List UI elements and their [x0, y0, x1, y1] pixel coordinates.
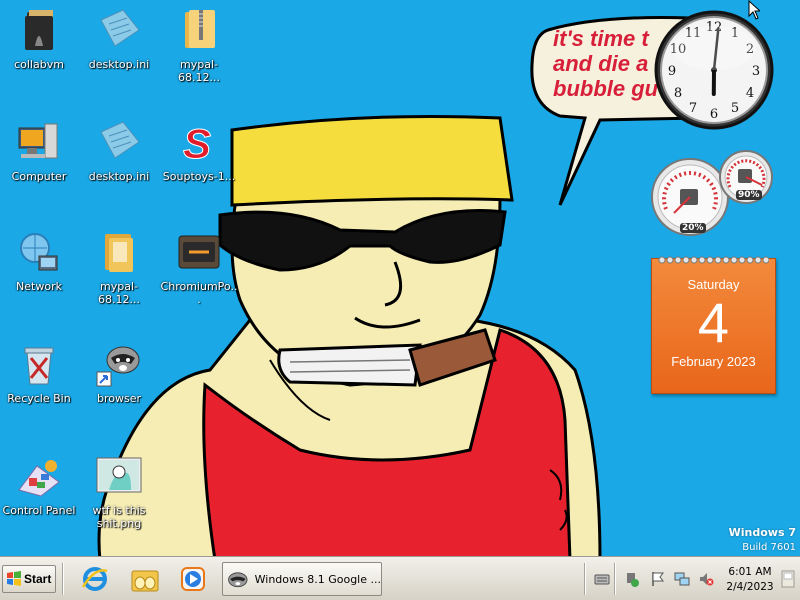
taskbar-clock[interactable]: 6:01 AM 2/4/2023 — [722, 565, 778, 595]
svg-text:3: 3 — [752, 64, 760, 79]
computer-icon — [15, 118, 63, 166]
calendar-month-year: February 2023 — [671, 354, 756, 369]
taskbar-time: 6:01 AM — [728, 566, 772, 578]
desktop-icon-souptoys[interactable]: S Souptoys-1... — [160, 118, 238, 184]
desktop-icon-computer[interactable]: Computer — [0, 118, 78, 183]
windows-build-watermark: Build 7601 — [742, 542, 796, 553]
desktop-icon-collabvm[interactable]: collabvm — [0, 6, 78, 71]
calendar-day-number: 4 — [697, 291, 730, 354]
desktop-icon-mypal-zip[interactable]: mypal-68.12... — [160, 6, 238, 84]
analog-clock-face: 12 12 345 678 91011 — [654, 10, 774, 130]
network-icon — [15, 228, 63, 276]
ini-file-icon — [95, 118, 143, 166]
svg-text:4: 4 — [746, 86, 754, 101]
network-status-icon[interactable] — [674, 571, 690, 587]
volume-muted-icon[interactable] — [698, 571, 714, 587]
tray-separator-2 — [614, 563, 616, 595]
desktop-icon-recycle-bin[interactable]: Recycle Bin — [0, 340, 78, 405]
start-label: Start — [24, 572, 52, 586]
internet-explorer-icon — [81, 567, 108, 591]
calendar-gadget[interactable]: Saturday 4 February 2023 — [651, 253, 776, 394]
memory-percent: 90% — [736, 190, 762, 200]
start-button[interactable]: Start — [2, 565, 56, 593]
desktop-icon-mypal-folder[interactable]: mypal-68.12... — [80, 228, 158, 306]
svg-text:6: 6 — [710, 107, 718, 122]
folder-icon — [95, 228, 143, 276]
pinned-libraries[interactable] — [128, 563, 162, 595]
taskbar: Start Windows 8.1 Google ... 6:01 AM 2/4… — [0, 556, 800, 600]
keyboard-icon[interactable] — [594, 571, 610, 587]
safely-remove-hardware-icon[interactable] — [624, 571, 640, 587]
windows-logo-icon — [7, 571, 21, 586]
libraries-folder-icon — [131, 570, 159, 592]
raccoon-shortcut-icon — [95, 340, 143, 388]
image-file-icon — [95, 452, 143, 500]
cpu-meter-gadget[interactable]: 20% 90% — [648, 147, 778, 239]
svg-text:8: 8 — [674, 86, 682, 101]
show-desktop-button[interactable] — [780, 567, 796, 591]
pinned-media-player[interactable] — [176, 563, 210, 595]
taskbar-window-button[interactable]: Windows 8.1 Google ... — [222, 562, 382, 596]
raccoon-browser-icon — [228, 572, 248, 588]
control-panel-icon — [15, 452, 63, 500]
taskbar-date: 2/4/2023 — [726, 581, 774, 593]
svg-text:5: 5 — [731, 101, 739, 116]
clock-gadget[interactable]: 12 1 2 345 678 9 10 11 — [652, 8, 776, 132]
desktop-icon-browser[interactable]: browser — [80, 340, 158, 405]
recycle-bin-icon — [15, 340, 63, 388]
svg-text:S: S — [183, 120, 211, 166]
pinned-internet-explorer[interactable] — [78, 563, 112, 595]
ini-file-icon — [95, 6, 143, 54]
desktop-icon-desktop-ini-2[interactable]: desktop.ini — [80, 118, 158, 183]
calendar-weekday: Saturday — [687, 277, 740, 292]
tray-separator — [584, 563, 586, 595]
desktop-icon-control-panel[interactable]: Control Panel — [0, 452, 78, 517]
calendar-binder-rings — [658, 253, 769, 267]
cpu-percent: 20% — [680, 223, 706, 233]
desktop-icon-chromium-portable[interactable]: ChromiumPo... — [160, 228, 238, 306]
souptoys-icon: S — [175, 118, 223, 168]
taskbar-separator — [62, 563, 64, 595]
desktop-icon-network[interactable]: Network — [0, 228, 78, 293]
svg-text:9: 9 — [668, 64, 676, 79]
mouse-cursor-icon — [748, 0, 760, 20]
desktop-icon-wtf-png[interactable]: wtf is this shit.png — [80, 452, 158, 530]
folder-dark-icon — [15, 6, 63, 54]
desktop-icon-desktop-ini-1[interactable]: desktop.ini — [80, 6, 158, 71]
svg-text:7: 7 — [689, 101, 697, 116]
media-player-icon — [181, 567, 205, 591]
chromium-portable-icon — [175, 228, 223, 276]
action-center-flag-icon[interactable] — [650, 571, 666, 587]
windows-version-watermark: Windows 7 — [728, 526, 796, 539]
taskbar-window-title: Windows 8.1 Google ... — [254, 572, 381, 586]
zip-folder-icon — [175, 6, 223, 54]
